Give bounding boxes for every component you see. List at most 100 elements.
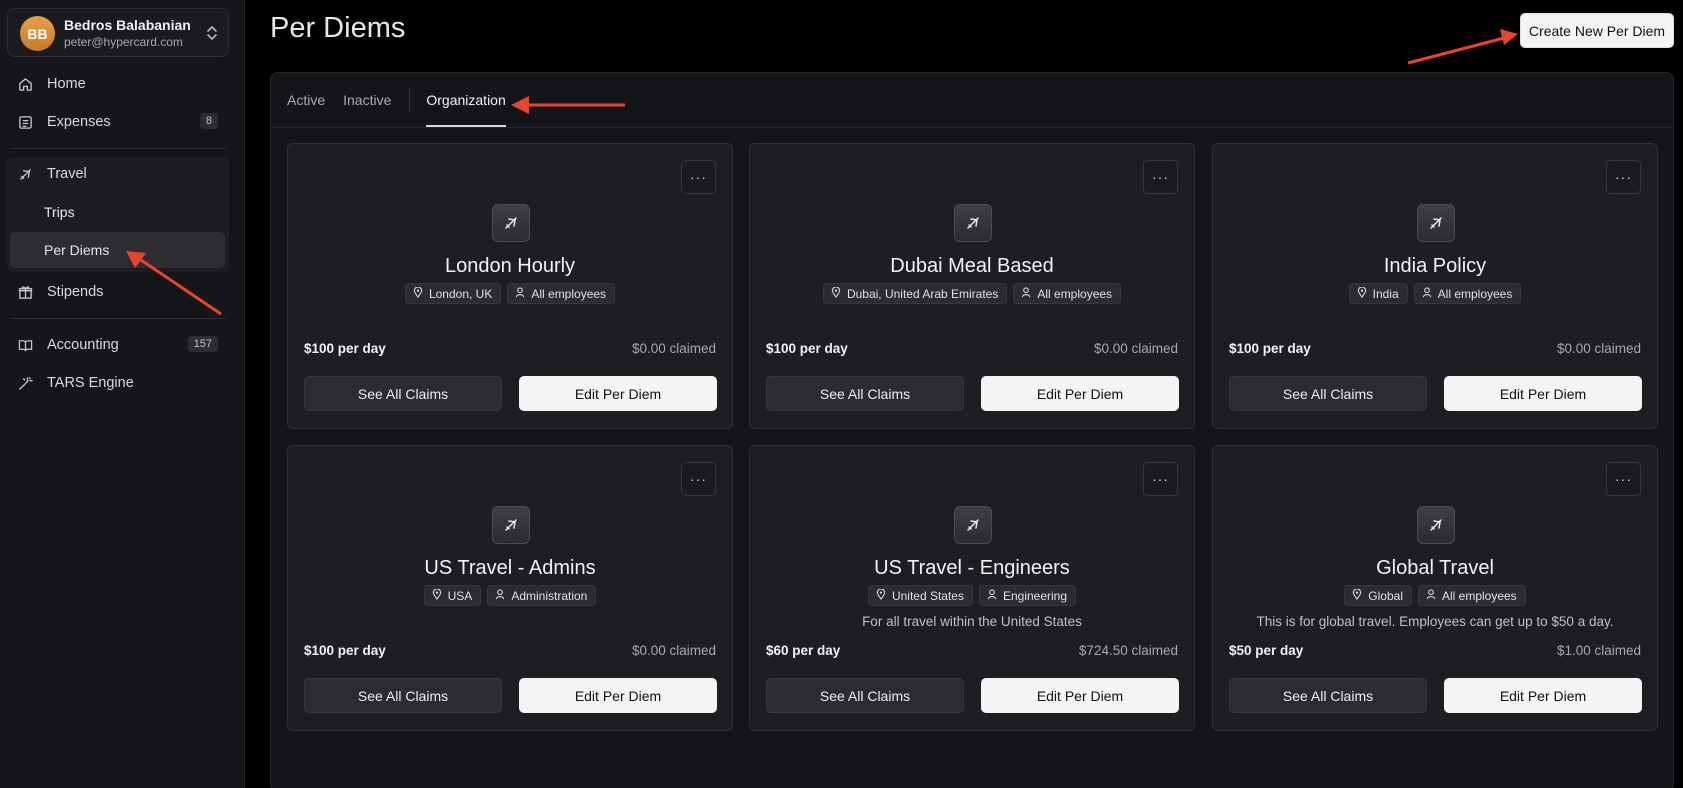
more-options-button[interactable]: ··· — [681, 160, 716, 194]
audience-label: Engineering — [1002, 588, 1068, 603]
per-diem-card: ··· India Policy India All employees $10… — [1212, 143, 1658, 429]
tabs: Active Inactive Organization — [287, 73, 524, 127]
divider — [10, 148, 226, 149]
edit-per-diem-button[interactable]: Edit Per Diem — [1444, 376, 1642, 411]
nav-home-label: Home — [47, 76, 86, 92]
user-icon — [1422, 286, 1438, 301]
tag-row: USA Administration — [288, 585, 732, 606]
more-options-button[interactable]: ··· — [681, 462, 716, 496]
plane-icon — [492, 506, 530, 544]
claimed-amount: $0.00 claimed — [631, 341, 716, 356]
location-label: London, UK — [428, 286, 493, 301]
see-all-claims-button[interactable]: See All Claims — [766, 678, 964, 713]
daily-rate: $50 per day — [1229, 643, 1304, 658]
claimed-amount: $1.00 claimed — [1556, 643, 1641, 658]
account-switcher[interactable]: BB Bedros Balabanian peter@hypercard.com — [7, 8, 229, 57]
location-pin-icon — [1357, 285, 1373, 301]
per-diem-card: ··· Dubai Meal Based Dubai, United Arab … — [749, 143, 1195, 429]
location-tag: London, UK — [404, 283, 502, 304]
claimed-amount: $0.00 claimed — [1093, 341, 1178, 356]
per-diem-card: ··· US Travel - Engineers United States … — [749, 445, 1195, 731]
see-all-claims-button[interactable]: See All Claims — [766, 376, 964, 411]
sidebar: BB Bedros Balabanian peter@hypercard.com… — [0, 0, 245, 788]
nav-home[interactable]: Home — [10, 67, 226, 101]
location-label: Global — [1368, 588, 1403, 603]
user-icon — [987, 588, 1003, 603]
location-tag: Global — [1344, 585, 1412, 606]
daily-rate: $100 per day — [304, 341, 386, 356]
nav-stipends-label: Stipends — [47, 284, 104, 300]
location-label: USA — [447, 588, 473, 603]
annotation-arrow — [1407, 29, 1518, 65]
claimed-amount: $0.00 claimed — [631, 643, 716, 658]
edit-per-diem-button[interactable]: Edit Per Diem — [519, 376, 717, 411]
per-diem-title: Global Travel — [1376, 557, 1494, 579]
nav-accounting-label: Accounting — [47, 337, 119, 353]
per-diem-card: ··· US Travel - Admins USA Administratio… — [287, 445, 733, 731]
location-pin-icon — [876, 587, 892, 603]
daily-rate: $100 per day — [304, 643, 386, 658]
divider — [271, 127, 1673, 128]
location-pin-icon — [831, 285, 847, 301]
accounting-count-badge: 157 — [187, 336, 218, 352]
location-pin-icon — [413, 285, 429, 301]
nav-accounting[interactable]: Accounting 157 — [10, 328, 226, 362]
plane-icon — [17, 166, 33, 182]
more-options-button[interactable]: ··· — [1606, 160, 1641, 194]
tag-row: India All employees — [1213, 283, 1657, 304]
user-icon — [1426, 588, 1442, 603]
per-diem-title: US Travel - Admins — [424, 557, 596, 579]
more-options-button[interactable]: ··· — [1143, 160, 1178, 194]
divider — [10, 318, 226, 319]
tag-row: Dubai, United Arab Emirates All employee… — [750, 283, 1194, 304]
location-tag: India — [1348, 283, 1408, 304]
plane-icon — [1417, 204, 1455, 242]
nav-tars-engine[interactable]: TARS Engine — [10, 366, 226, 400]
see-all-claims-button[interactable]: See All Claims — [304, 678, 502, 713]
location-label: Dubai, United Arab Emirates — [846, 286, 999, 301]
nav-tars-label: TARS Engine — [47, 375, 134, 391]
location-tag: United States — [867, 585, 973, 606]
nav-expenses[interactable]: Expenses 8 — [10, 105, 226, 139]
daily-rate: $60 per day — [766, 643, 841, 658]
annotation-arrow — [126, 251, 222, 316]
nav-trips[interactable]: Trips — [10, 194, 225, 230]
edit-per-diem-button[interactable]: Edit Per Diem — [981, 678, 1179, 713]
per-diem-card: ··· Global Travel Global All employees T… — [1212, 445, 1658, 731]
audience-tag: All employees — [1417, 585, 1526, 606]
user-icon — [495, 588, 511, 603]
annotation-arrow — [511, 96, 625, 114]
edit-per-diem-button[interactable]: Edit Per Diem — [1444, 678, 1642, 713]
expenses-count-badge: 8 — [199, 113, 218, 129]
edit-per-diem-button[interactable]: Edit Per Diem — [981, 376, 1179, 411]
audience-tag: All employees — [1413, 283, 1522, 304]
per-diem-title: Dubai Meal Based — [890, 255, 1054, 277]
per-diem-title: US Travel - Engineers — [874, 557, 1070, 579]
create-per-diem-button[interactable]: Create New Per Diem — [1520, 13, 1674, 48]
see-all-claims-button[interactable]: See All Claims — [1229, 376, 1427, 411]
nav-travel[interactable]: Travel — [10, 157, 226, 191]
book-icon — [17, 337, 33, 353]
claimed-amount: $724.50 claimed — [1078, 643, 1178, 658]
location-pin-icon — [432, 587, 448, 603]
more-options-button[interactable]: ··· — [1143, 462, 1178, 496]
user-icon — [515, 286, 531, 301]
tab-divider — [409, 87, 411, 113]
nav-travel-label: Travel — [47, 166, 87, 182]
tab-organization[interactable]: Organization — [426, 73, 507, 127]
see-all-claims-button[interactable]: See All Claims — [304, 376, 502, 411]
edit-per-diem-button[interactable]: Edit Per Diem — [519, 678, 717, 713]
location-pin-icon — [1352, 587, 1368, 603]
plane-icon — [954, 204, 992, 242]
tab-inactive[interactable]: Inactive — [343, 73, 391, 127]
home-icon — [17, 76, 33, 92]
location-label: United States — [891, 588, 964, 603]
audience-tag: All employees — [1013, 283, 1122, 304]
tab-active[interactable]: Active — [287, 73, 325, 127]
audience-label: All employees — [531, 286, 607, 301]
location-tag: USA — [423, 585, 482, 606]
see-all-claims-button[interactable]: See All Claims — [1229, 678, 1427, 713]
audience-tag: All employees — [507, 283, 616, 304]
nav-expenses-label: Expenses — [47, 114, 111, 130]
more-options-button[interactable]: ··· — [1606, 462, 1641, 496]
